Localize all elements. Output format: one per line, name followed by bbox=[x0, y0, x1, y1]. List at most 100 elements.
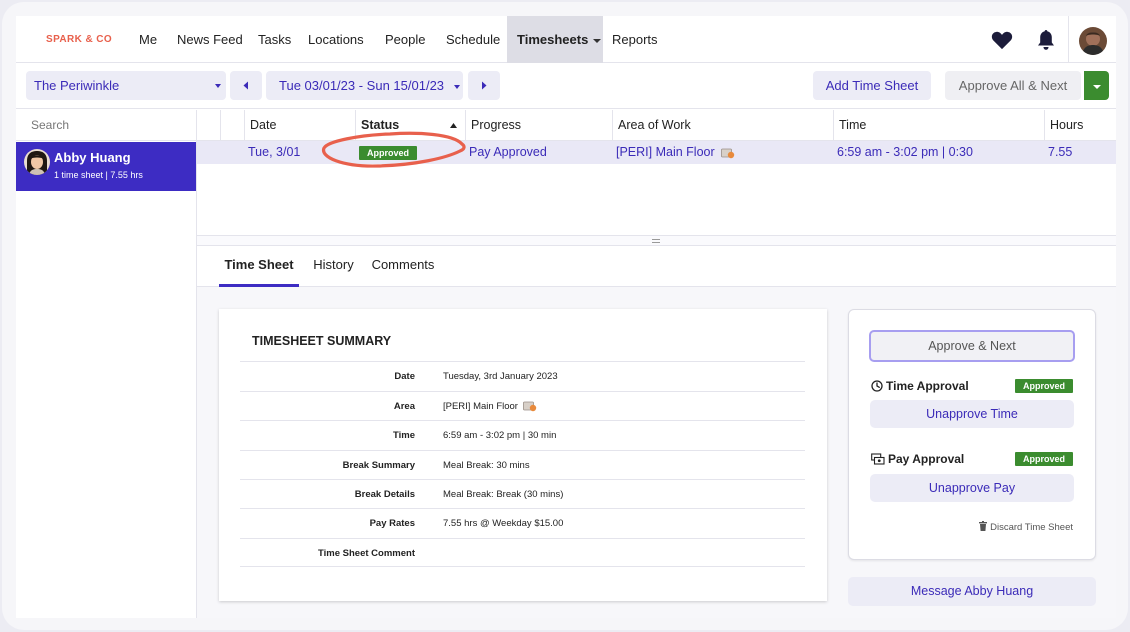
summary-value: Meal Break: Break (30 mins) bbox=[443, 489, 564, 500]
chevron-down-icon bbox=[453, 84, 460, 89]
clock-icon bbox=[871, 380, 883, 392]
cell-area-text: [PERI] Main Floor bbox=[616, 145, 715, 159]
chevron-down-icon bbox=[215, 84, 221, 88]
summary-label: Break Details bbox=[354, 489, 415, 500]
nav-schedule[interactable]: Schedule bbox=[436, 16, 510, 63]
window-frame: SPARK & CO Me News Feed Tasks Locations … bbox=[2, 2, 1128, 630]
user-avatar[interactable] bbox=[1079, 27, 1107, 55]
cell-area: [PERI] Main Floor bbox=[611, 141, 735, 164]
prev-period-button[interactable] bbox=[230, 71, 262, 100]
sort-ascending-icon bbox=[450, 123, 457, 128]
summary-title: TIMESHEET SUMMARY bbox=[252, 334, 392, 348]
area-tag-icon bbox=[522, 402, 536, 412]
chevron-left-icon bbox=[243, 81, 248, 90]
bell-icon[interactable] bbox=[1037, 29, 1055, 51]
location-select[interactable]: The Periwinkle bbox=[26, 71, 226, 100]
nav-timesheets[interactable]: Timesheets bbox=[507, 16, 603, 63]
date-range-value: Tue 03/01/23 - Sun 15/01/23 bbox=[279, 78, 445, 93]
summary-value: Meal Break: 30 mins bbox=[443, 460, 530, 471]
pay-approval-label: Pay Approval bbox=[888, 452, 965, 466]
time-approval-heading: Time Approval bbox=[871, 379, 969, 393]
grid-icon-col bbox=[220, 110, 244, 141]
pay-approval-heading: Pay Approval bbox=[871, 452, 964, 466]
brand-logo[interactable]: SPARK & CO bbox=[46, 34, 112, 45]
nav-tasks[interactable]: Tasks bbox=[248, 16, 301, 63]
nav-divider bbox=[1068, 16, 1069, 63]
approve-all-next-button[interactable]: Approve All & Next bbox=[945, 71, 1081, 100]
timesheet-grid: Date Status Progress Area of Work Time H… bbox=[197, 110, 1116, 235]
tab-time-sheet[interactable]: Time Sheet bbox=[219, 246, 299, 287]
summary-row-pay-rates: Pay Rates 7.55 hrs @ Weekday $15.00 bbox=[240, 508, 805, 537]
staff-sidebar: Search Abby Huang 1 time sheet | 7.55 hr… bbox=[16, 110, 197, 618]
unapprove-pay-button[interactable]: Unapprove Pay bbox=[870, 474, 1074, 502]
detail-tabs: Time Sheet History Comments bbox=[197, 246, 1116, 287]
chevron-right-icon bbox=[482, 81, 487, 90]
summary-value: 7.55 hrs @ Weekday $15.00 bbox=[443, 518, 564, 529]
cash-icon bbox=[871, 453, 885, 465]
grid-select-col[interactable] bbox=[197, 110, 220, 141]
summary-label: Area bbox=[393, 401, 415, 412]
chevron-down-icon bbox=[1092, 84, 1101, 89]
col-hours[interactable]: Hours bbox=[1044, 110, 1116, 141]
summary-row-time: Time 6:59 am - 3:02 pm | 30 min bbox=[240, 420, 805, 449]
top-nav: SPARK & CO Me News Feed Tasks Locations … bbox=[16, 16, 1116, 63]
nav-locations[interactable]: Locations bbox=[298, 16, 374, 63]
nav-news-feed[interactable]: News Feed bbox=[167, 16, 253, 63]
summary-label: Date bbox=[394, 371, 415, 382]
pay-approval-badge: Approved bbox=[1014, 452, 1073, 466]
col-progress[interactable]: Progress bbox=[465, 110, 612, 141]
staff-avatar bbox=[24, 149, 50, 175]
summary-row-date: Date Tuesday, 3rd January 2023 bbox=[240, 361, 805, 390]
area-tag-icon bbox=[721, 148, 735, 158]
col-area-of-work[interactable]: Area of Work bbox=[612, 110, 833, 141]
summary-row-area: Area [PERI] Main Floor bbox=[240, 391, 805, 420]
chevron-down-icon bbox=[593, 38, 602, 43]
detail-pane: Time Sheet History Comments TIMESHEET SU… bbox=[197, 246, 1116, 618]
summary-area-text: [PERI] Main Floor bbox=[443, 401, 518, 412]
summary-row-break-summary: Break Summary Meal Break: 30 mins bbox=[240, 450, 805, 479]
discard-label: Discard Time Sheet bbox=[990, 522, 1073, 533]
heart-icon[interactable] bbox=[991, 30, 1013, 50]
cell-date: Tue, 3/01 bbox=[248, 145, 301, 159]
time-approval-label: Time Approval bbox=[886, 379, 969, 393]
summary-value: [PERI] Main Floor bbox=[443, 392, 537, 421]
staff-summary: 1 time sheet | 7.55 hrs bbox=[54, 170, 143, 180]
timesheet-summary-card: TIMESHEET SUMMARY Date Tuesday, 3rd Janu… bbox=[219, 309, 827, 601]
col-time[interactable]: Time bbox=[833, 110, 1044, 141]
trash-icon bbox=[979, 521, 988, 531]
nav-people[interactable]: People bbox=[375, 16, 435, 63]
nav-me[interactable]: Me bbox=[129, 16, 167, 63]
cell-progress: Pay Approved bbox=[469, 145, 547, 159]
pane-splitter[interactable] bbox=[197, 235, 1116, 246]
toolbar: The Periwinkle Tue 03/01/23 - Sun 15/01/… bbox=[16, 63, 1116, 109]
approve-all-dropdown-button[interactable] bbox=[1084, 71, 1109, 100]
staff-name: Abby Huang bbox=[54, 150, 131, 165]
summary-label: Break Summary bbox=[342, 460, 415, 471]
location-select-value: The Periwinkle bbox=[34, 78, 120, 93]
message-staff-button[interactable]: Message Abby Huang bbox=[848, 577, 1096, 606]
tab-comments[interactable]: Comments bbox=[370, 246, 436, 287]
staff-list-item[interactable]: Abby Huang 1 time sheet | 7.55 hrs bbox=[16, 142, 196, 191]
summary-label: Time bbox=[392, 430, 415, 441]
summary-label: Pay Rates bbox=[369, 518, 415, 529]
next-period-button[interactable] bbox=[468, 71, 500, 100]
col-status-label: Status bbox=[361, 118, 400, 132]
summary-row-break-details: Break Details Meal Break: Break (30 mins… bbox=[240, 479, 805, 508]
drag-handle-icon[interactable] bbox=[652, 239, 660, 243]
time-approval-badge: Approved bbox=[1014, 379, 1073, 393]
date-range-select[interactable]: Tue 03/01/23 - Sun 15/01/23 bbox=[266, 71, 463, 100]
annotation-circle bbox=[322, 131, 466, 168]
approve-next-button[interactable]: Approve & Next bbox=[869, 330, 1075, 362]
app: SPARK & CO Me News Feed Tasks Locations … bbox=[16, 16, 1116, 618]
add-time-sheet-button[interactable]: Add Time Sheet bbox=[813, 71, 931, 100]
unapprove-time-button[interactable]: Unapprove Time bbox=[870, 400, 1074, 428]
discard-time-sheet-button[interactable]: Discard Time Sheet bbox=[979, 521, 1073, 533]
summary-row-comment: Time Sheet Comment bbox=[240, 538, 805, 567]
tab-history[interactable]: History bbox=[308, 246, 359, 287]
summary-value: Tuesday, 3rd January 2023 bbox=[443, 371, 558, 382]
staff-search-input[interactable]: Search bbox=[16, 110, 196, 141]
nav-timesheets-label: Timesheets bbox=[517, 32, 589, 47]
cell-time: 6:59 am - 3:02 pm | 0:30 bbox=[837, 145, 973, 159]
summary-value: 6:59 am - 3:02 pm | 30 min bbox=[443, 430, 557, 441]
nav-reports[interactable]: Reports bbox=[602, 16, 668, 63]
